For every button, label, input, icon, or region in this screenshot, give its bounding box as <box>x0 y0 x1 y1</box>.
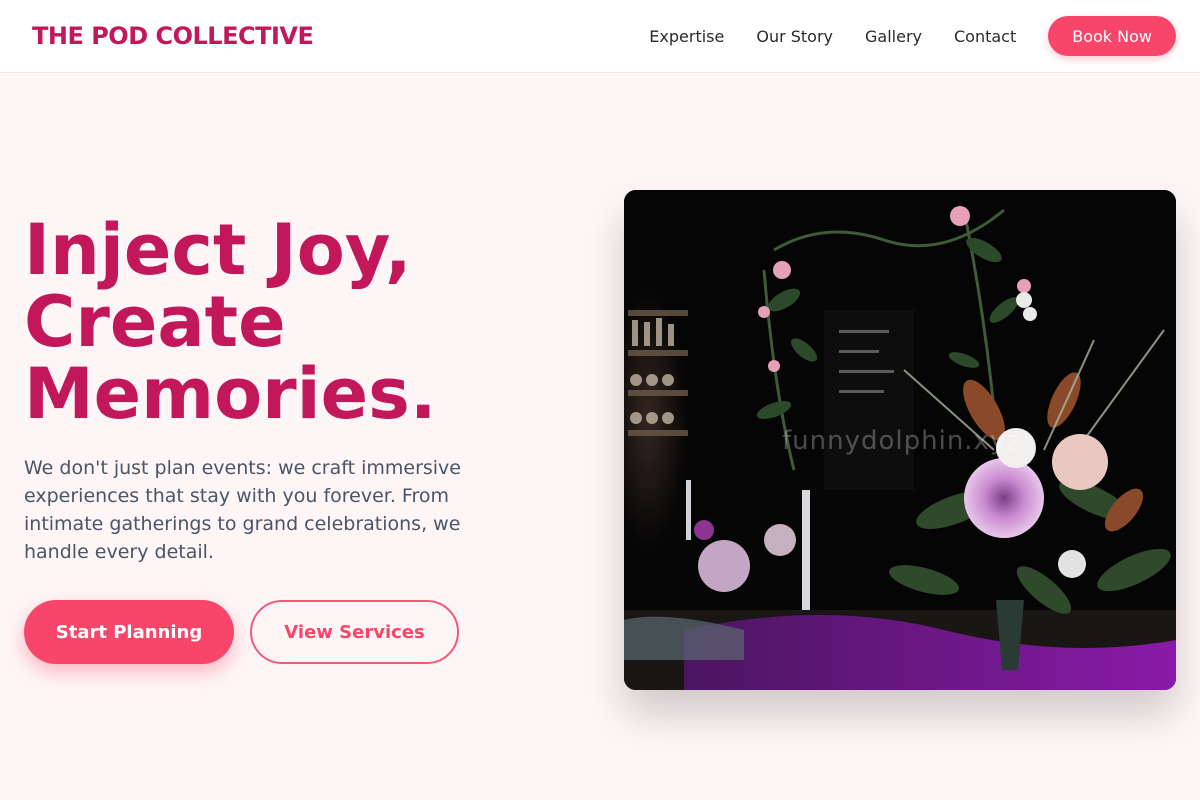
hero-buttons: Start Planning View Services <box>24 600 544 664</box>
image-watermark-text: funnydolphin.xyz <box>782 426 1021 456</box>
book-now-button[interactable]: Book Now <box>1048 16 1176 56</box>
hero-title-line-3: Memories. <box>24 353 437 435</box>
nav-links: Expertise Our Story Gallery Contact Book… <box>649 16 1176 56</box>
brand-logo[interactable]: THE POD COLLECTIVE <box>32 22 314 50</box>
nav-link-our-story[interactable]: Our Story <box>756 27 833 46</box>
hero-description: We don't just plan events: we craft imme… <box>24 457 461 563</box>
nav-link-gallery[interactable]: Gallery <box>865 27 922 46</box>
hero-image: funnydolphin.xyz <box>624 190 1176 690</box>
start-planning-button[interactable]: Start Planning <box>24 600 234 664</box>
hero-title: Inject Joy, Create Memories. <box>24 214 544 430</box>
hero-title-line-2: Create <box>24 281 286 363</box>
hero-text: Inject Joy, Create Memories. We don't ju… <box>24 214 544 664</box>
hero-title-line-1: Inject Joy, <box>24 209 412 291</box>
navbar: THE POD COLLECTIVE Expertise Our Story G… <box>0 0 1200 73</box>
nav-link-contact[interactable]: Contact <box>954 27 1016 46</box>
view-services-button[interactable]: View Services <box>250 600 459 664</box>
nav-link-expertise[interactable]: Expertise <box>649 27 724 46</box>
